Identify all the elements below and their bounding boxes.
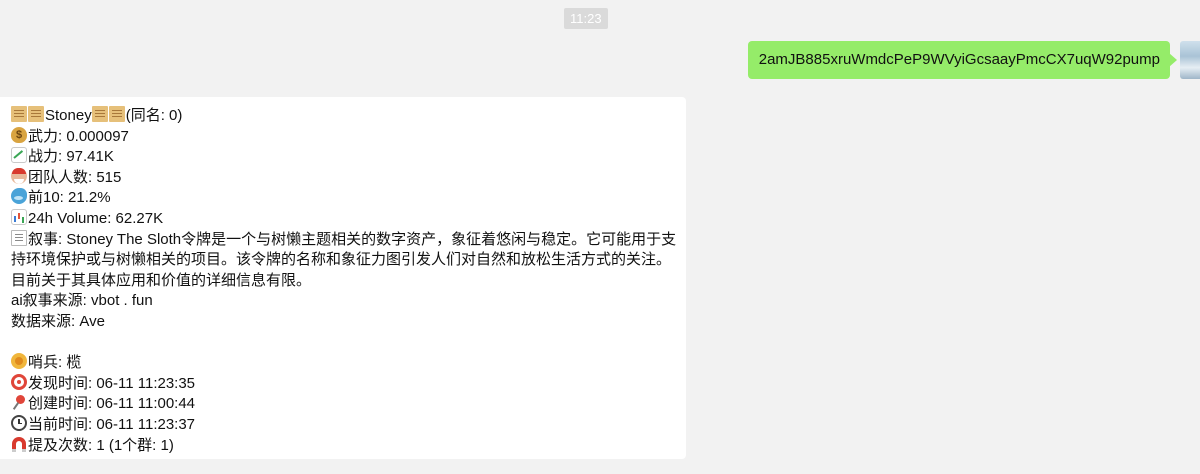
- mentions-line: 提及次数: 1 (1个群: 1): [11, 436, 676, 457]
- same-name-count: (同名: 0): [125, 107, 183, 124]
- chat-window: 11:23 2amJB885xruWmdcPeP9WVyiGcsaayPmcCX…: [0, 0, 1200, 474]
- token-name: Stoney: [45, 107, 92, 124]
- bar-chart-icon: [11, 208, 27, 225]
- user-avatar[interactable]: [1180, 41, 1200, 79]
- scroll-icon: [108, 106, 125, 122]
- scroll-icon: [28, 106, 44, 122]
- data-source-line: 数据来源: Ave: [11, 312, 105, 330]
- price-line: 武力: 0.000097: [11, 126, 676, 148]
- whale-icon: [11, 188, 27, 205]
- scroll-icon: [11, 106, 27, 122]
- holders-text: 团队人数: 515: [28, 168, 122, 186]
- market-cap-text: 战力: 97.41K: [28, 148, 114, 166]
- narrative-text: 叙事: Stoney The Sloth令牌是一个与树懒主题相关的数字资产，象征…: [11, 230, 677, 289]
- outgoing-message-bubble[interactable]: 2amJB885xruWmdcPeP9WVyiGcsaayPmcCX7uqW92…: [747, 41, 1178, 79]
- chart-increasing-icon: [11, 147, 27, 164]
- clock-icon: [11, 414, 27, 431]
- volume-text: 24h Volume: 62.27K: [28, 209, 164, 227]
- message-timestamp: 11:23: [564, 8, 608, 29]
- pushpin-icon: [11, 394, 27, 410]
- incoming-message-bubble[interactable]: Stoney (同名: 0) 武力: 0.000097 战力: 97.41K 团队…: [0, 97, 686, 459]
- santa-icon: [11, 167, 27, 184]
- created-time-text: 创建时间: 06-11 11:00:44: [28, 395, 196, 413]
- volume-line: 24h Volume: 62.27K: [11, 208, 676, 230]
- scout-text: 哨兵: 榄: [28, 354, 82, 372]
- current-time-line: 当前时间: 06-11 11:23:37: [11, 414, 676, 436]
- magnet-icon: [11, 436, 27, 452]
- scout-line: 哨兵: 榄: [11, 353, 676, 374]
- token-title-line: Stoney (同名: 0): [11, 106, 676, 127]
- mentions-text: 提及次数: 1 (1个群: 1): [28, 436, 174, 454]
- top10-line: 前10: 21.2%: [11, 188, 676, 209]
- holders-line: 团队人数: 515: [11, 167, 676, 189]
- narrative-block: 叙事: Stoney The Sloth令牌是一个与树懒主题相关的数字资产，象征…: [11, 229, 679, 292]
- medal-icon: [11, 353, 27, 370]
- scroll-icon: [91, 106, 108, 122]
- market-cap-line: 战力: 97.41K: [11, 147, 676, 168]
- target-icon: [11, 373, 27, 390]
- top10-text: 前10: 21.2%: [28, 189, 111, 207]
- ai-source-line: ai叙事来源: vbot . fun: [11, 292, 153, 310]
- created-time-line: 创建时间: 06-11 11:00:44: [11, 394, 676, 415]
- price-text: 武力: 0.000097: [28, 127, 129, 145]
- found-time-text: 发现时间: 06-11 11:23:35: [28, 374, 196, 392]
- current-time-text: 当前时间: 06-11 11:23:37: [28, 415, 196, 433]
- memo-icon: [11, 229, 27, 246]
- money-bag-icon: [11, 126, 27, 143]
- found-time-line: 发现时间: 06-11 11:23:35: [11, 373, 676, 395]
